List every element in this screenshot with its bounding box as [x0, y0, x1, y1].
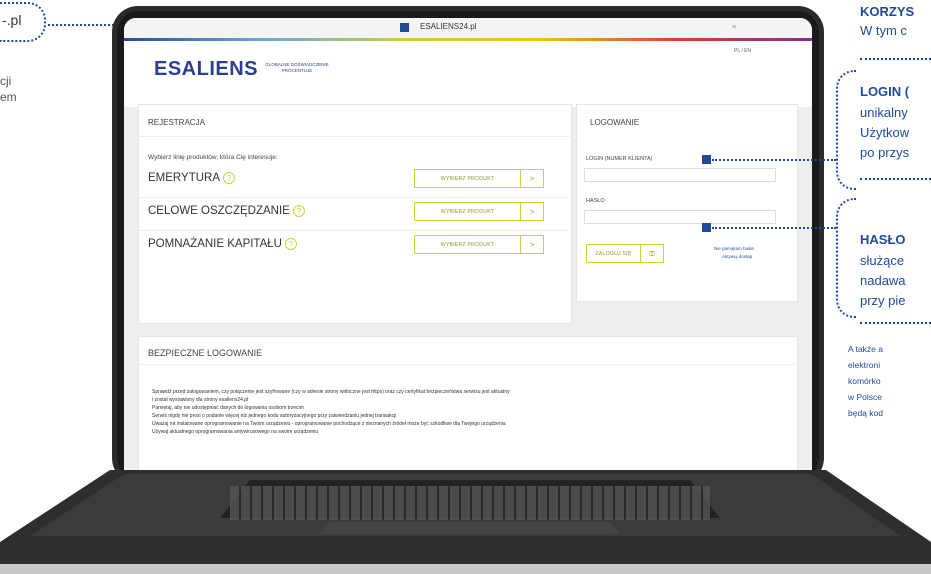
annotation-heading-1: KORZYS	[860, 4, 915, 19]
annotation-text-4b: elektroni	[848, 360, 881, 370]
help-icon[interactable]: ?	[284, 238, 297, 250]
annotation-text-3a: służące	[860, 253, 905, 268]
url-marker	[400, 23, 409, 32]
laptop-screen: ESALIENS24.pl ≡ ESALIENS GLOBALNE DOŚWIA…	[124, 18, 812, 472]
product-row-pomnazanie: POMNAŻANIE KAPITAŁU? WYBIERZ PRODUKT >	[148, 231, 558, 259]
login-button[interactable]: ZALOGUJ SIĘ ⚿	[586, 244, 664, 263]
password-label: HASŁO	[586, 198, 605, 204]
annotation-text-2c: po przys	[860, 145, 910, 160]
list-item: Używaj aktualnego oprogramowania antywir…	[152, 429, 319, 435]
browser-menu-icon[interactable]: ≡	[732, 24, 736, 31]
annotation-text-2b: Użytkow	[860, 125, 910, 140]
chevron-right-icon: >	[520, 236, 543, 253]
annotation-text-1: W tym c	[860, 23, 907, 38]
annotation-text-4c: komórko	[848, 376, 881, 386]
login-pointer-line	[712, 159, 836, 161]
select-product-button[interactable]: WYBIERZ PRODUKT >	[414, 202, 544, 221]
password-callout-bracket	[836, 198, 856, 318]
left-url-label: -.pl	[2, 12, 22, 28]
product-name: EMERYTURA?	[148, 172, 235, 184]
registration-prompt: Wybierz linię produktów, która Cię inter…	[148, 154, 278, 161]
forgot-password-link[interactable]: Nie pamiętam hasła	[714, 246, 754, 251]
list-item: Uważaj na instalowane oprogramowanie na …	[152, 421, 506, 427]
login-panel	[576, 104, 798, 302]
lock-icon: ⚿	[640, 245, 663, 262]
login-title: LOGOWANIE	[590, 118, 640, 127]
annotation-heading-3: HASŁO	[860, 232, 906, 247]
product-row-emerytura: EMERYTURA? WYBIERZ PRODUKT >	[148, 165, 558, 193]
login-label: LOGIN (NUMER KLIENTA)	[586, 156, 653, 162]
password-input[interactable]	[584, 210, 776, 224]
annotation-text-3c: przy pie	[860, 293, 906, 308]
annotation-text-4a: A także a	[848, 344, 883, 354]
product-name: CELOWE OSZCZĘDZANIE?	[148, 205, 305, 217]
select-product-button[interactable]: WYBIERZ PRODUKT >	[414, 235, 544, 254]
product-name: POMNAŻANIE KAPITAŁU?	[148, 238, 297, 250]
help-icon[interactable]: ?	[223, 172, 235, 184]
browser-url[interactable]: ESALIENS24.pl	[420, 22, 476, 31]
keyboard-rows	[230, 486, 710, 520]
annotation-text-4e: będą kod	[848, 408, 883, 418]
annotation-text-2a: unikalny	[860, 105, 908, 120]
annotation-text-3b: nadawa	[860, 273, 906, 288]
login-input[interactable]	[584, 168, 776, 182]
activate-access-link[interactable]: Aktywuj dostęp	[722, 254, 752, 259]
list-item: Serwis nigdy nie prosi o podanie więcej …	[152, 413, 397, 419]
select-product-button[interactable]: WYBIERZ PRODUKT >	[414, 169, 544, 188]
security-list: Sprawdź przed zalogowaniem, czy połączen…	[152, 388, 782, 436]
left-text-line-2: em	[0, 90, 17, 104]
chevron-right-icon: >	[520, 170, 543, 187]
security-divider	[138, 364, 796, 365]
annotation-text-4d: w Polsce	[848, 392, 883, 402]
help-icon[interactable]: ?	[292, 205, 305, 217]
product-row-celowe: CELOWE OSZCZĘDZANIE? WYBIERZ PRODUKT >	[148, 198, 558, 226]
password-pointer-marker	[702, 223, 711, 232]
list-item: Sprawdź przed zalogowaniem, czy połączen…	[152, 389, 510, 395]
list-item: Pamiętaj, aby nie udostępniać danych do …	[152, 405, 304, 411]
registration-divider	[138, 136, 570, 137]
chevron-right-icon: >	[520, 203, 543, 220]
annotation-separator	[860, 58, 931, 60]
annotation-heading-2: LOGIN (	[860, 84, 910, 99]
password-pointer-line	[712, 227, 836, 229]
annotation-separator	[860, 322, 931, 324]
list-item: i został wystawiony dla strony esaliens2…	[152, 397, 249, 403]
login-pointer-marker	[702, 155, 711, 164]
annotation-separator	[860, 178, 931, 180]
left-text-line-1: cji	[0, 74, 12, 88]
security-title: BEZPIECZNE LOGOWANIE	[148, 348, 263, 358]
registration-title: REJESTRACJA	[148, 118, 205, 127]
language-switch[interactable]: PL / EN	[734, 48, 751, 54]
site-logo[interactable]: ESALIENS	[154, 58, 258, 81]
site-tagline: GLOBALNE DOŚWIADCZENIE PROCENTUJE	[265, 62, 329, 73]
login-callout-bracket	[836, 70, 856, 190]
